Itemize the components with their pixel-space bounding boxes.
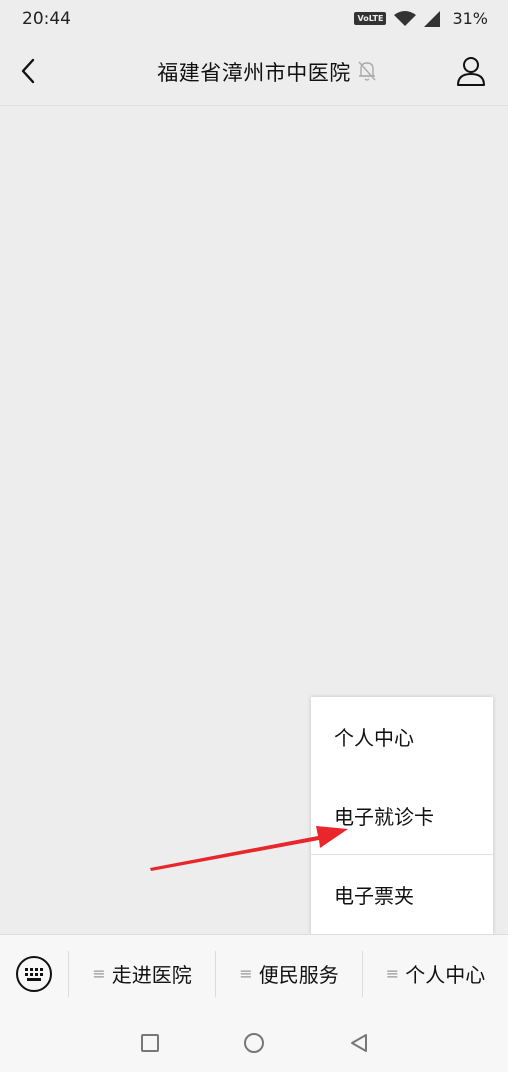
home-circle-icon[interactable] bbox=[244, 1033, 264, 1053]
back-triangle-icon[interactable] bbox=[348, 1032, 370, 1054]
recents-square-icon[interactable] bbox=[141, 1034, 159, 1052]
submenu-item-personal-center[interactable]: 个人中心 bbox=[311, 697, 493, 776]
menu-lines-icon: ≡ bbox=[385, 964, 400, 983]
menu-lines-icon: ≡ bbox=[239, 964, 253, 983]
menu-tab-label: 走进医院 bbox=[111, 963, 192, 987]
menu-tab-about-hospital[interactable]: ≡ 走进医院 bbox=[69, 935, 215, 1013]
submenu-item-label: 电子票夹 bbox=[334, 884, 414, 908]
menu-tab-personal-center[interactable]: ≡ 个人中心 bbox=[363, 935, 508, 1013]
profile-button[interactable] bbox=[456, 55, 486, 87]
status-time: 20:44 bbox=[22, 9, 71, 29]
submenu-popup: 个人中心 电子就诊卡 电子票夹 bbox=[311, 697, 493, 934]
status-bar: 20:44 VoLTE 31% bbox=[0, 0, 508, 38]
keyboard-icon bbox=[16, 955, 52, 992]
signal-icon bbox=[424, 10, 441, 27]
volte-badge: VoLTE bbox=[354, 12, 387, 25]
menu-tab-label: 便民服务 bbox=[258, 963, 339, 987]
bottom-menu-bar: ≡ 走进医院 ≡ 便民服务 ≡ 个人中心 bbox=[0, 934, 508, 1012]
menu-tab-convenience-services[interactable]: ≡ 便民服务 bbox=[216, 935, 362, 1013]
submenu-item-label: 电子就诊卡 bbox=[334, 804, 434, 829]
menu-lines-icon: ≡ bbox=[92, 964, 106, 983]
system-nav-bar bbox=[0, 1012, 508, 1072]
page-title: 福建省漳州市中医院 bbox=[157, 61, 351, 85]
user-icon bbox=[457, 57, 485, 86]
nav-bar: 福建省漳州市中医院 bbox=[0, 38, 508, 106]
submenu-item-label: 个人中心 bbox=[334, 726, 414, 750]
submenu-item-e-invoice-folder[interactable]: 电子票夹 bbox=[311, 855, 493, 934]
keyboard-toggle-button[interactable] bbox=[0, 935, 68, 1013]
menu-tab-label: 个人中心 bbox=[405, 963, 486, 987]
wifi-icon bbox=[394, 10, 417, 26]
status-indicators: VoLTE 31% bbox=[354, 9, 488, 28]
muted-bell-icon bbox=[358, 61, 376, 81]
submenu-item-e-medical-card[interactable]: 电子就诊卡 bbox=[311, 776, 493, 855]
battery-level: 31% bbox=[452, 9, 488, 28]
